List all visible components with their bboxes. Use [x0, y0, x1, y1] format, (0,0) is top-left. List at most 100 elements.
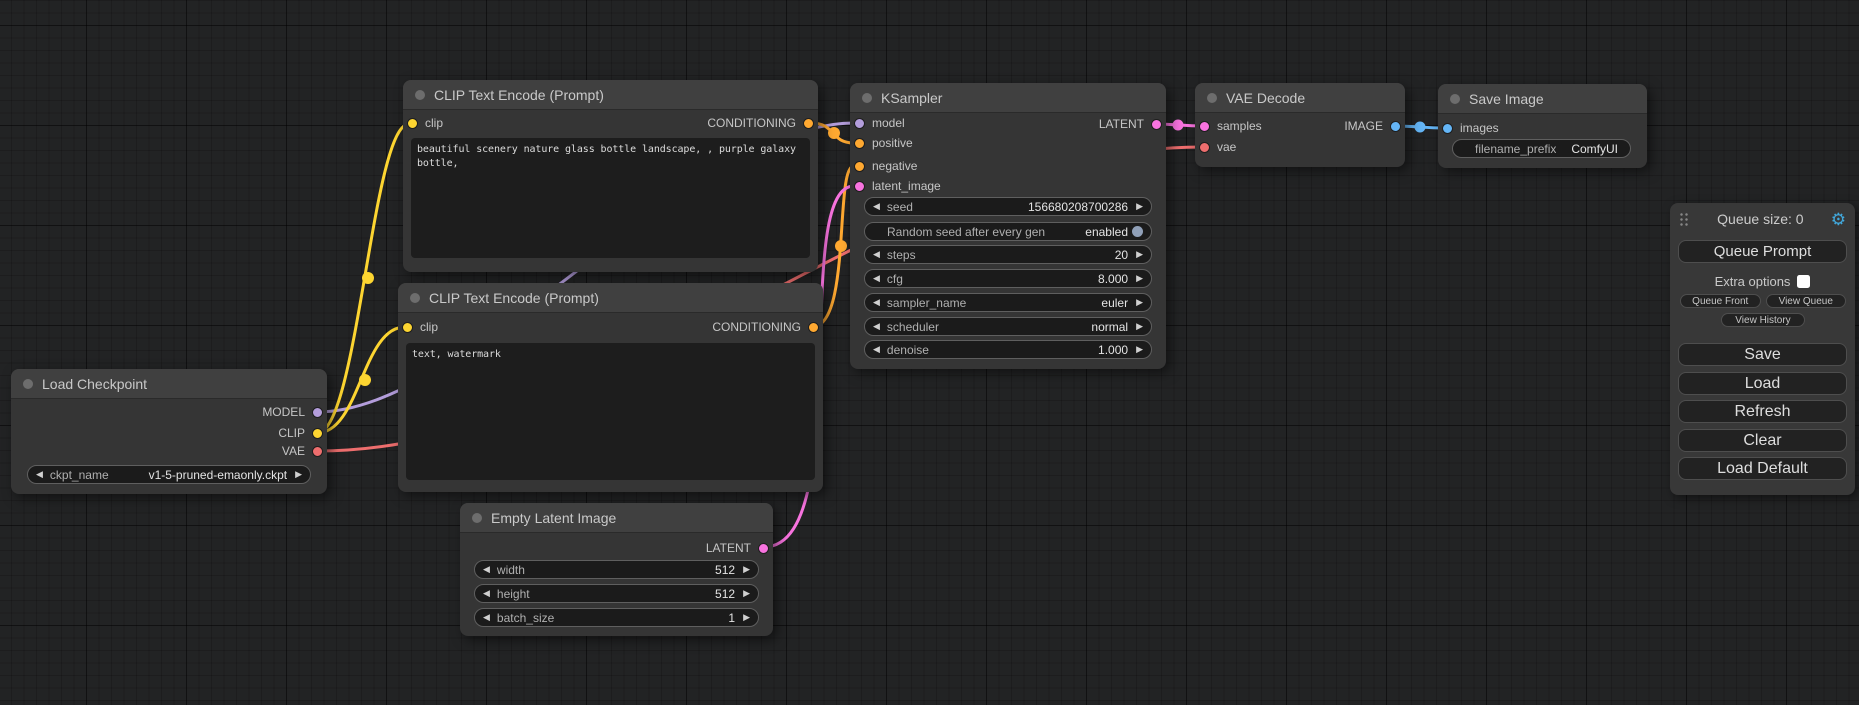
input-port-clip[interactable]: clip [407, 113, 443, 133]
node-clip-text-encode-positive[interactable]: CLIP Text Encode (Prompt) clip CONDITION… [403, 80, 818, 272]
toggle-knob-icon[interactable] [1132, 226, 1143, 237]
input-port-clip[interactable]: clip [402, 317, 438, 337]
view-history-button[interactable]: View History [1721, 313, 1805, 327]
input-port-vae[interactable]: vae [1199, 137, 1236, 157]
decrement-arrow-icon[interactable]: ◀ [873, 202, 880, 211]
input-port-images[interactable]: images [1442, 118, 1499, 138]
port-dot-latent[interactable] [1199, 121, 1210, 132]
node-title-bar[interactable]: Load Checkpoint [11, 369, 327, 399]
drag-handle-icon[interactable] [1679, 212, 1690, 227]
widget-cfg[interactable]: ◀ cfg 8.000 ▶ [864, 269, 1152, 288]
port-dot-image[interactable] [1442, 123, 1453, 134]
increment-arrow-icon[interactable]: ▶ [1136, 274, 1143, 283]
prompt-textarea[interactable]: text, watermark [406, 343, 815, 480]
refresh-button[interactable]: Refresh [1678, 400, 1847, 423]
queue-prompt-button[interactable]: Queue Prompt [1678, 240, 1847, 263]
node-title-bar[interactable]: Empty Latent Image [460, 503, 773, 533]
port-dot-vae[interactable] [1199, 142, 1210, 153]
increment-arrow-icon[interactable]: ▶ [743, 565, 750, 574]
input-port-model[interactable]: model [854, 113, 905, 133]
load-default-button[interactable]: Load Default [1678, 457, 1847, 480]
port-dot-conditioning[interactable] [854, 161, 865, 172]
port-dot-latent[interactable] [1151, 119, 1162, 130]
increment-arrow-icon[interactable]: ▶ [743, 589, 750, 598]
widget-random-seed-toggle[interactable]: Random seed after every gen enabled [864, 222, 1152, 241]
widget-batch-size[interactable]: ◀ batch_size 1 ▶ [474, 608, 759, 627]
port-dot-model[interactable] [854, 118, 865, 129]
output-port-model[interactable]: MODEL [262, 402, 323, 422]
widget-denoise[interactable]: ◀ denoise 1.000 ▶ [864, 340, 1152, 359]
save-button[interactable]: Save [1678, 343, 1847, 366]
widget-sampler-name[interactable]: ◀ sampler_name euler ▶ [864, 293, 1152, 312]
decrement-arrow-icon[interactable]: ◀ [873, 250, 880, 259]
output-port-vae[interactable]: VAE [282, 441, 323, 461]
node-save-image[interactable]: Save Image images filename_prefix ComfyU… [1438, 84, 1647, 168]
node-title-bar[interactable]: CLIP Text Encode (Prompt) [403, 80, 818, 110]
port-dot-vae[interactable] [312, 446, 323, 457]
port-dot-latent[interactable] [854, 181, 865, 192]
node-ksampler[interactable]: KSampler model positive negative latent_… [850, 83, 1166, 369]
collapse-dot-icon[interactable] [410, 293, 420, 303]
settings-gear-icon[interactable]: ⚙ [1831, 211, 1846, 228]
port-dot-clip[interactable] [312, 428, 323, 439]
output-port-conditioning[interactable]: CONDITIONING [712, 317, 819, 337]
queue-front-button[interactable]: Queue Front [1680, 294, 1761, 308]
decrement-arrow-icon[interactable]: ◀ [483, 589, 490, 598]
collapse-dot-icon[interactable] [862, 93, 872, 103]
view-queue-button[interactable]: View Queue [1766, 294, 1847, 308]
decrement-arrow-icon[interactable]: ◀ [873, 298, 880, 307]
queue-control-panel[interactable]: Queue size: 0 ⚙ Queue Prompt Extra optio… [1670, 203, 1855, 495]
port-dot-image[interactable] [1390, 121, 1401, 132]
output-port-latent[interactable]: LATENT [1099, 114, 1162, 134]
increment-arrow-icon[interactable]: ▶ [1136, 298, 1143, 307]
output-port-conditioning[interactable]: CONDITIONING [707, 113, 814, 133]
widget-filename-prefix[interactable]: filename_prefix ComfyUI [1452, 139, 1631, 158]
extra-options-checkbox[interactable] [1797, 275, 1810, 288]
widget-ckpt-name[interactable]: ◀ ckpt_name v1-5-pruned-emaonly.ckpt ▶ [27, 465, 311, 484]
decrement-arrow-icon[interactable]: ◀ [483, 565, 490, 574]
widget-height[interactable]: ◀ height 512 ▶ [474, 584, 759, 603]
port-dot-conditioning[interactable] [854, 138, 865, 149]
node-title-bar[interactable]: VAE Decode [1195, 83, 1405, 113]
decrement-arrow-icon[interactable]: ◀ [873, 345, 880, 354]
collapse-dot-icon[interactable] [23, 379, 33, 389]
output-port-latent[interactable]: LATENT [706, 538, 769, 558]
input-port-positive[interactable]: positive [854, 133, 913, 153]
decrement-arrow-icon[interactable]: ◀ [36, 470, 43, 479]
node-load-checkpoint[interactable]: Load Checkpoint MODEL CLIP VAE ◀ ckpt_na… [11, 369, 327, 494]
node-title-bar[interactable]: KSampler [850, 83, 1166, 113]
widget-seed[interactable]: ◀ seed 156680208700286 ▶ [864, 197, 1152, 216]
output-port-clip[interactable]: CLIP [278, 423, 323, 443]
output-port-image[interactable]: IMAGE [1344, 116, 1401, 136]
widget-scheduler[interactable]: ◀ scheduler normal ▶ [864, 317, 1152, 336]
widget-width[interactable]: ◀ width 512 ▶ [474, 560, 759, 579]
port-dot-conditioning[interactable] [803, 118, 814, 129]
node-empty-latent-image[interactable]: Empty Latent Image LATENT ◀ width 512 ▶ … [460, 503, 773, 636]
load-button[interactable]: Load [1678, 372, 1847, 395]
increment-arrow-icon[interactable]: ▶ [1136, 250, 1143, 259]
node-title-bar[interactable]: CLIP Text Encode (Prompt) [398, 283, 823, 313]
input-port-negative[interactable]: negative [854, 156, 917, 176]
input-port-latent-image[interactable]: latent_image [854, 176, 941, 196]
input-port-samples[interactable]: samples [1199, 116, 1262, 136]
increment-arrow-icon[interactable]: ▶ [1136, 202, 1143, 211]
port-dot-latent[interactable] [758, 543, 769, 554]
node-title-bar[interactable]: Save Image [1438, 84, 1647, 114]
collapse-dot-icon[interactable] [472, 513, 482, 523]
decrement-arrow-icon[interactable]: ◀ [483, 613, 490, 622]
port-dot-clip[interactable] [407, 118, 418, 129]
prompt-textarea[interactable]: beautiful scenery nature glass bottle la… [411, 138, 810, 258]
collapse-dot-icon[interactable] [1450, 94, 1460, 104]
increment-arrow-icon[interactable]: ▶ [743, 613, 750, 622]
decrement-arrow-icon[interactable]: ◀ [873, 322, 880, 331]
node-clip-text-encode-negative[interactable]: CLIP Text Encode (Prompt) clip CONDITION… [398, 283, 823, 492]
widget-steps[interactable]: ◀ steps 20 ▶ [864, 245, 1152, 264]
node-vae-decode[interactable]: VAE Decode samples vae IMAGE [1195, 83, 1405, 167]
clear-button[interactable]: Clear [1678, 429, 1847, 452]
node-graph-canvas[interactable]: Load Checkpoint MODEL CLIP VAE ◀ ckpt_na… [0, 0, 1859, 705]
increment-arrow-icon[interactable]: ▶ [1136, 322, 1143, 331]
increment-arrow-icon[interactable]: ▶ [295, 470, 302, 479]
increment-arrow-icon[interactable]: ▶ [1136, 345, 1143, 354]
collapse-dot-icon[interactable] [415, 90, 425, 100]
collapse-dot-icon[interactable] [1207, 93, 1217, 103]
